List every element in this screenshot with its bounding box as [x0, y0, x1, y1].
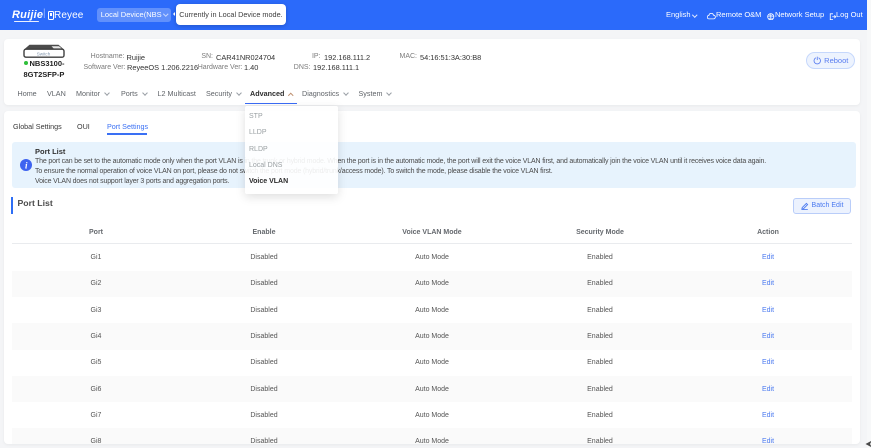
- svg-text:Switch: Switch: [37, 51, 51, 56]
